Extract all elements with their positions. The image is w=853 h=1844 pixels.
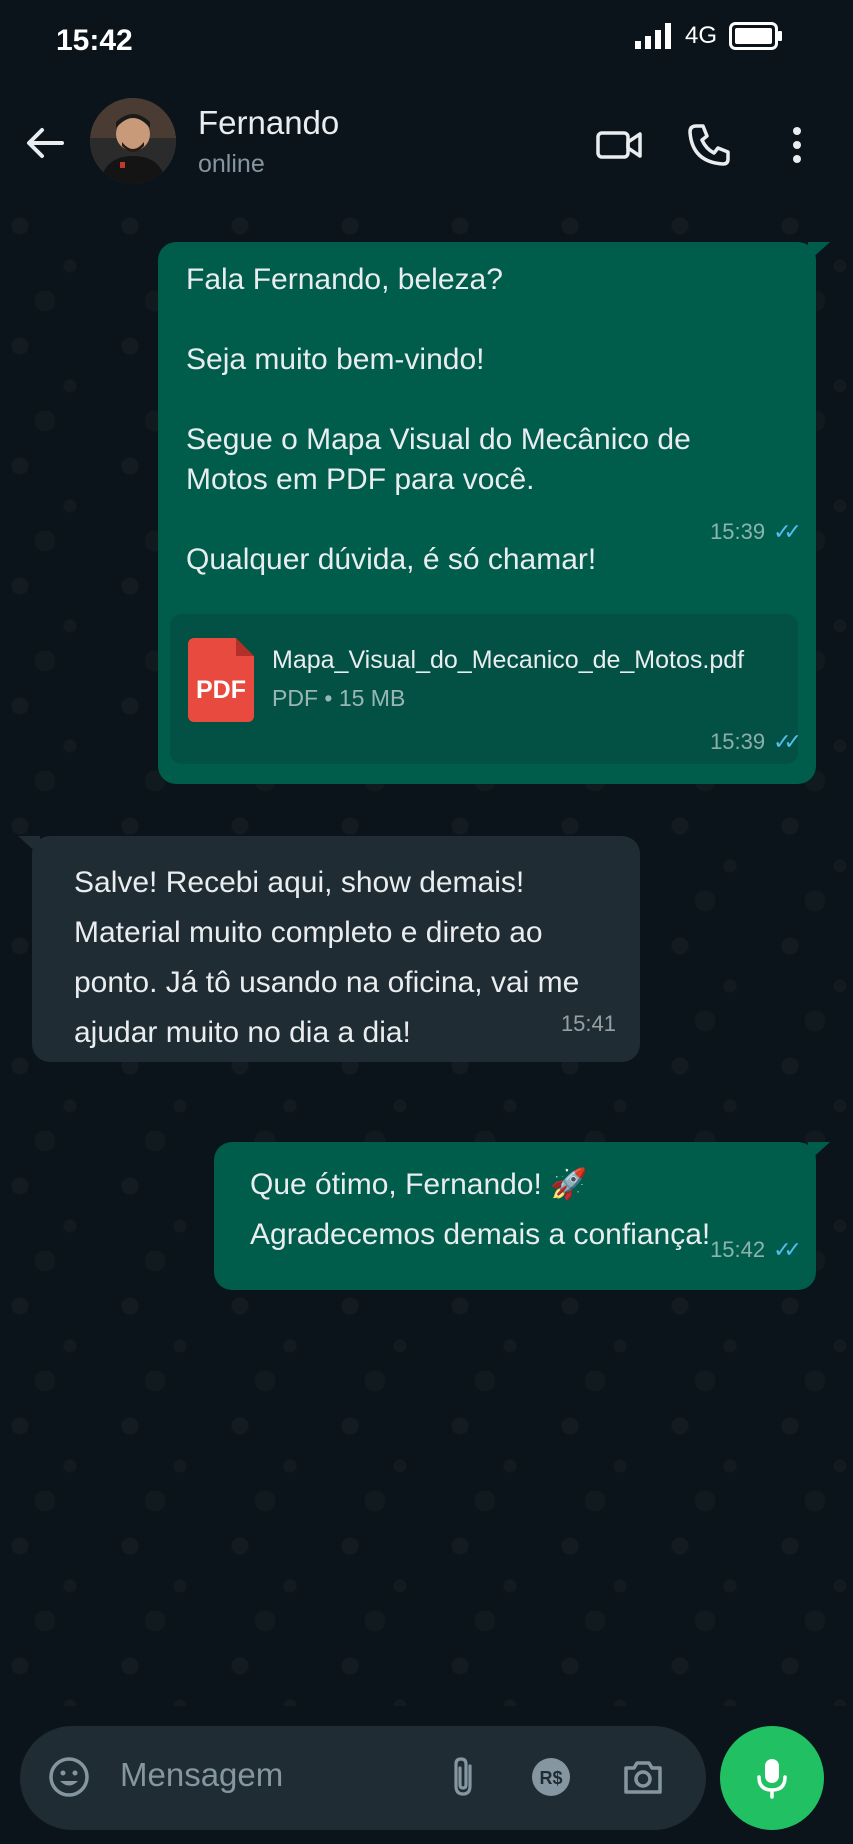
- status-time: 15:42: [56, 24, 133, 57]
- back-arrow-icon[interactable]: [22, 120, 68, 166]
- read-ticks-icon: ✓✓: [773, 1237, 802, 1262]
- more-vertical-icon[interactable]: [772, 120, 822, 170]
- status-bar: 15:42 4G: [0, 0, 853, 80]
- read-ticks-icon: ✓✓: [773, 729, 802, 754]
- message-time: 15:42: [710, 1237, 766, 1262]
- signal-icon: [634, 23, 671, 49]
- mic-button[interactable]: [720, 1726, 824, 1830]
- video-call-icon[interactable]: [594, 120, 644, 170]
- message-meta: 15:41: [561, 1004, 616, 1044]
- pdf-fold: [236, 638, 254, 656]
- message-time: 15:41: [560, 1011, 616, 1036]
- message-meta: 15:39 ✓✓: [710, 722, 802, 762]
- chat-area: Fala Fernando, beleza? Seja muito bem-vi…: [0, 206, 853, 1706]
- pdf-file-icon: PDF: [188, 638, 254, 722]
- message-bubble-outgoing[interactable]: Fala Fernando, beleza? Seja muito bem-vi…: [158, 242, 830, 784]
- attach-icon[interactable]: [440, 1754, 486, 1800]
- network-label: 4G: [684, 22, 717, 49]
- message-input[interactable]: Mensagem: [120, 1756, 283, 1794]
- contact-name[interactable]: Fernando: [198, 104, 339, 142]
- mic-icon: [757, 1759, 787, 1799]
- status-indicators: 4G: [634, 22, 783, 50]
- chat-header: Fernando online: [0, 80, 853, 206]
- payment-icon[interactable]: R$: [528, 1754, 574, 1800]
- contact-avatar[interactable]: [90, 98, 176, 184]
- message-text: Que ótimo, Fernando! 🚀 Agradecemos demai…: [250, 1168, 711, 1251]
- message-text: Fala Fernando, beleza? Seja muito bem-vi…: [186, 263, 691, 576]
- read-ticks-icon: ✓✓: [773, 519, 802, 544]
- pdf-icon-label: PDF: [196, 676, 246, 704]
- document-file-name: Mapa_Visual_do_Mecanico_de_Motos.pdf: [272, 646, 745, 674]
- message-meta: 15:39 ✓✓: [710, 512, 802, 552]
- phone-icon[interactable]: [684, 120, 734, 170]
- bubble-tail: [808, 242, 830, 262]
- bubble-tail: [18, 836, 40, 856]
- message-bubble-incoming[interactable]: Salve! Recebi aqui, show demais! Materia…: [18, 836, 640, 1062]
- message-input-bar: Mensagem R$: [20, 1726, 706, 1830]
- message-time: 15:39: [710, 729, 766, 754]
- svg-text:R$: R$: [539, 1768, 562, 1788]
- message-time: 15:39: [710, 519, 766, 544]
- message-bubble-outgoing[interactable]: Que ótimo, Fernando! 🚀 Agradecemos demai…: [214, 1142, 830, 1290]
- message-text: Salve! Recebi aqui, show demais! Materia…: [74, 866, 580, 1049]
- message-meta: 15:42 ✓✓: [710, 1230, 802, 1270]
- battery-icon: [729, 22, 782, 50]
- document-attachment[interactable]: PDF Mapa_Visual_do_Mecanico_de_Motos.pdf…: [170, 614, 798, 764]
- camera-icon[interactable]: [620, 1754, 666, 1800]
- contact-status: online: [198, 150, 265, 178]
- bubble-tail: [808, 1142, 830, 1162]
- document-file-info: PDF • 15 MB: [272, 685, 406, 711]
- avatar-image: [90, 98, 176, 184]
- emoji-icon[interactable]: [46, 1754, 92, 1800]
